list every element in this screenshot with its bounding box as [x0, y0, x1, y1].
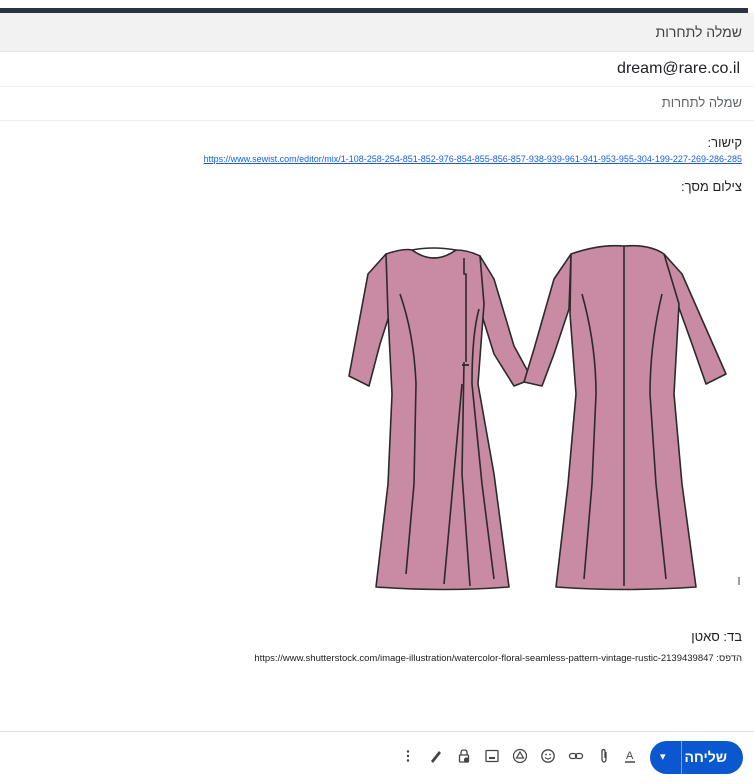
sewist-link[interactable]: https://www.sewist.com/editor/mix/1-108-… [204, 154, 742, 164]
back-dress-left-sleeve [523, 253, 572, 387]
to-recipient[interactable]: dream@rare.co.il [617, 60, 740, 78]
compose-header: שמלה לתחרות [0, 13, 754, 52]
link-label: קישור: [707, 135, 742, 150]
compose-toolbar: ▾ שליחה A [0, 731, 754, 784]
compose-title: שמלה לתחרות [655, 24, 742, 40]
top-edge [0, 0, 754, 13]
print-line: הדפס: https://www.shutterstock.com/image… [254, 653, 742, 664]
print-url[interactable]: https://www.shutterstock.com/image-illus… [254, 653, 713, 664]
front-dress-right-sleeve [479, 255, 533, 387]
back-dress-body [555, 244, 697, 591]
send-options-dropdown-icon[interactable]: ▾ [660, 750, 666, 763]
print-label: הדפס: [716, 653, 742, 664]
dress-illustration [348, 244, 727, 591]
to-field[interactable]: dream@rare.co.il [0, 52, 754, 87]
scroll-indicator[interactable] [738, 577, 740, 585]
formatting-icon[interactable]: A [620, 744, 640, 768]
subject-field[interactable]: שמלה לתחרות [0, 86, 754, 121]
subject-value[interactable]: שמלה לתחרות [662, 95, 742, 110]
emoji-icon[interactable] [538, 744, 558, 768]
more-options-icon[interactable] [398, 744, 418, 768]
insert-photo-icon[interactable] [482, 744, 502, 768]
send-label: שליחה [684, 749, 728, 765]
fabric-line: בד: סאטן [691, 629, 742, 644]
screenshot-label: צילום מסך: [680, 179, 742, 194]
confidential-mode-icon[interactable] [454, 744, 474, 768]
send-divider [681, 741, 682, 774]
message-body[interactable]: קישור: https://www.sewist.com/editor/mix… [0, 121, 754, 731]
send-button[interactable]: ▾ שליחה [650, 741, 743, 774]
drive-icon[interactable] [510, 744, 530, 768]
svg-text:A: A [626, 750, 634, 762]
insert-link-icon[interactable] [566, 744, 586, 768]
attach-icon[interactable] [594, 744, 614, 768]
signature-icon[interactable] [426, 744, 446, 768]
